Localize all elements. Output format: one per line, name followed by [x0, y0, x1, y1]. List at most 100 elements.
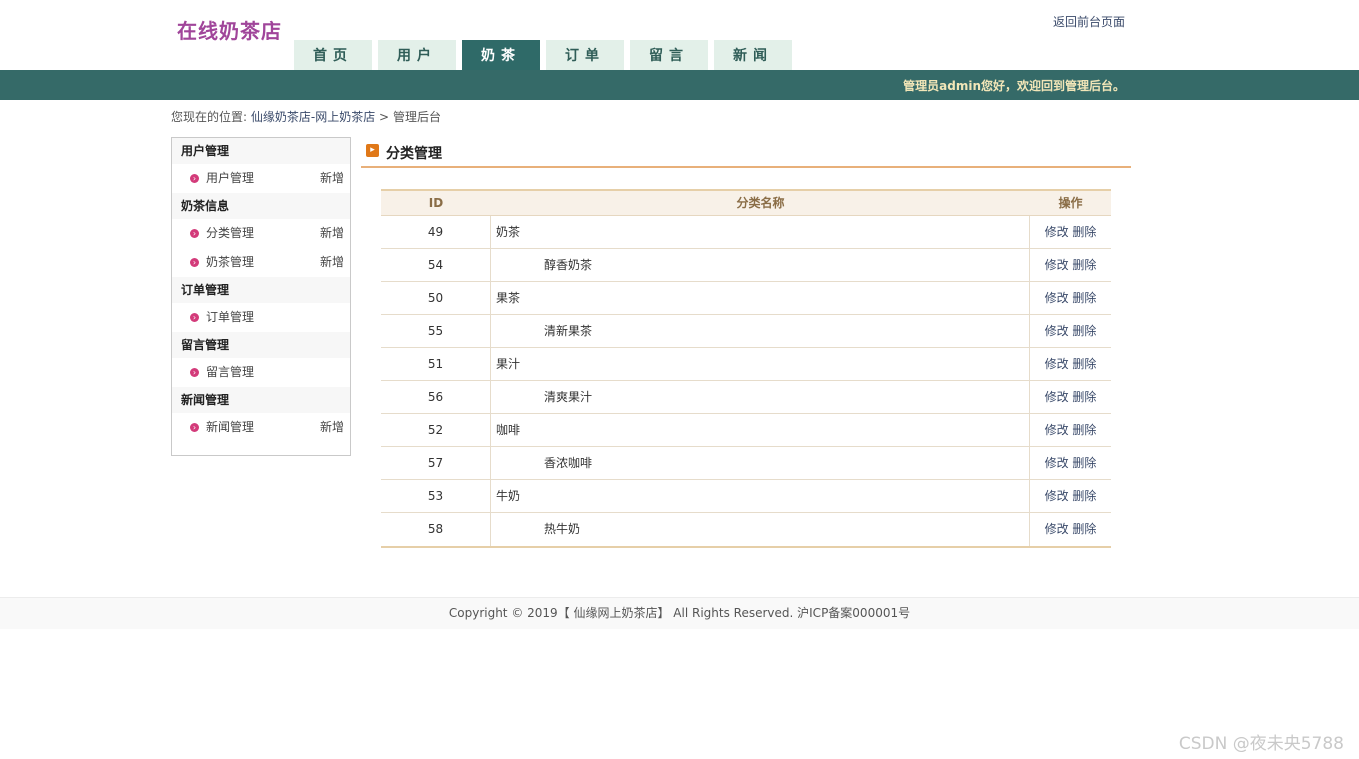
- delete-link[interactable]: 删除: [1072, 225, 1096, 239]
- delete-link[interactable]: 删除: [1072, 522, 1096, 536]
- sidebar-item-label: 用户管理: [206, 171, 255, 185]
- nav-tab-users[interactable]: 用户: [378, 40, 456, 70]
- bullet-icon: ›: [190, 368, 199, 377]
- back-to-frontend-link[interactable]: 返回前台页面: [1053, 13, 1125, 30]
- sidebar-item-order-manage[interactable]: › 订单管理: [172, 303, 350, 332]
- nav-tab-milk-tea[interactable]: 奶茶: [462, 40, 540, 70]
- cell-id: 56: [381, 381, 491, 413]
- nav-tab-news[interactable]: 新闻: [714, 40, 792, 70]
- sidebar-item-message-manage[interactable]: › 留言管理: [172, 358, 350, 387]
- sidebar-add-news-link[interactable]: 新增: [320, 413, 344, 442]
- sidebar-item-label: 留言管理: [206, 365, 255, 379]
- edit-link[interactable]: 修改: [1045, 225, 1069, 239]
- page-title: 分类管理: [386, 146, 442, 162]
- sidebar-item-news-manage[interactable]: › 新闻管理 新增: [172, 413, 350, 442]
- cell-category-name: 香浓咖啡: [491, 447, 1030, 479]
- table-row: 50 果茶 修改 删除: [381, 282, 1111, 315]
- nav-tab-orders[interactable]: 订单: [546, 40, 624, 70]
- nav-tab-messages[interactable]: 留言: [630, 40, 708, 70]
- welcome-text: 管理员admin您好，欢迎回到管理后台。: [903, 79, 1125, 93]
- category-table: ID 分类名称 操作 49 奶茶 修改 删除 54 醇香奶茶 修改 删除 50 果茶 修改 删除…: [381, 189, 1111, 548]
- cell-id: 51: [381, 348, 491, 380]
- arrow-right-icon: ▸: [366, 144, 379, 157]
- edit-link[interactable]: 修改: [1045, 357, 1069, 371]
- cell-actions: 修改 删除: [1030, 513, 1111, 546]
- sidebar-add-milk-tea-link[interactable]: 新增: [320, 248, 344, 277]
- table-row: 54 醇香奶茶 修改 删除: [381, 249, 1111, 282]
- delete-link[interactable]: 删除: [1072, 258, 1096, 272]
- cell-category-name: 热牛奶: [491, 513, 1030, 546]
- header-band: 管理员admin您好，欢迎回到管理后台。: [0, 70, 1359, 100]
- sidebar: 用户管理 › 用户管理 新增 奶茶信息 › 分类管理 新增 › 奶茶管理 新增 …: [171, 137, 351, 456]
- cell-id: 53: [381, 480, 491, 512]
- table-row: 49 奶茶 修改 删除: [381, 216, 1111, 249]
- table-body: 49 奶茶 修改 删除 54 醇香奶茶 修改 删除 50 果茶 修改 删除 55 清新果茶 修改 删除…: [381, 216, 1111, 546]
- cell-actions: 修改 删除: [1030, 249, 1111, 281]
- cell-category-name: 奶茶: [491, 216, 1030, 248]
- delete-link[interactable]: 删除: [1072, 291, 1096, 305]
- cell-actions: 修改 删除: [1030, 216, 1111, 248]
- table-row: 58 热牛奶 修改 删除: [381, 513, 1111, 546]
- sidebar-add-user-link[interactable]: 新增: [320, 164, 344, 193]
- cell-category-name: 果汁: [491, 348, 1030, 380]
- table-row: 53 牛奶 修改 删除: [381, 480, 1111, 513]
- edit-link[interactable]: 修改: [1045, 390, 1069, 404]
- delete-link[interactable]: 删除: [1072, 456, 1096, 470]
- edit-link[interactable]: 修改: [1045, 522, 1069, 536]
- sidebar-item-category-manage[interactable]: › 分类管理 新增: [172, 219, 350, 248]
- cell-id: 55: [381, 315, 491, 347]
- cell-category-name: 咖啡: [491, 414, 1030, 446]
- edit-link[interactable]: 修改: [1045, 456, 1069, 470]
- table-row: 57 香浓咖啡 修改 删除: [381, 447, 1111, 480]
- cell-id: 50: [381, 282, 491, 314]
- cell-category-name: 牛奶: [491, 480, 1030, 512]
- edit-link[interactable]: 修改: [1045, 291, 1069, 305]
- edit-link[interactable]: 修改: [1045, 489, 1069, 503]
- cell-category-name: 果茶: [491, 282, 1030, 314]
- column-header-actions: 操作: [1058, 196, 1083, 210]
- cell-category-name: 清爽果汁: [491, 381, 1030, 413]
- bullet-icon: ›: [190, 258, 199, 267]
- bullet-icon: ›: [190, 423, 199, 432]
- delete-link[interactable]: 删除: [1072, 390, 1096, 404]
- nav-tab-home[interactable]: 首页: [294, 40, 372, 70]
- cell-category-name: 醇香奶茶: [491, 249, 1030, 281]
- cell-id: 58: [381, 513, 491, 546]
- sidebar-section-messages: 留言管理: [172, 332, 350, 358]
- edit-link[interactable]: 修改: [1045, 324, 1069, 338]
- bullet-icon: ›: [190, 313, 199, 322]
- edit-link[interactable]: 修改: [1045, 423, 1069, 437]
- sidebar-section-user: 用户管理: [172, 138, 350, 164]
- table-row: 52 咖啡 修改 删除: [381, 414, 1111, 447]
- delete-link[interactable]: 删除: [1072, 324, 1096, 338]
- edit-link[interactable]: 修改: [1045, 258, 1069, 272]
- cell-id: 49: [381, 216, 491, 248]
- page-title-bar: ▸ 分类管理: [361, 137, 1131, 168]
- column-header-id: ID: [428, 196, 444, 210]
- table-header: ID 分类名称 操作: [381, 191, 1111, 216]
- table-row: 51 果汁 修改 删除: [381, 348, 1111, 381]
- footer-copyright: Copyright © 2019【 仙缘网上奶茶店】 All Rights Re…: [448, 606, 911, 620]
- delete-link[interactable]: 删除: [1072, 357, 1096, 371]
- cell-actions: 修改 删除: [1030, 348, 1111, 380]
- sidebar-section-news: 新闻管理: [172, 387, 350, 413]
- cell-actions: 修改 删除: [1030, 381, 1111, 413]
- breadcrumb-separator: >: [379, 110, 390, 124]
- breadcrumb-link-home[interactable]: 仙缘奶茶店-网上奶茶店: [251, 110, 375, 124]
- delete-link[interactable]: 删除: [1072, 489, 1096, 503]
- sidebar-add-category-link[interactable]: 新增: [320, 219, 344, 248]
- watermark: CSDN @夜未央5788: [1178, 734, 1344, 754]
- cell-id: 52: [381, 414, 491, 446]
- cell-actions: 修改 删除: [1030, 414, 1111, 446]
- sidebar-section-milk-tea: 奶茶信息: [172, 193, 350, 219]
- table-row: 55 清新果茶 修改 删除: [381, 315, 1111, 348]
- bullet-icon: ›: [190, 174, 199, 183]
- sidebar-item-user-manage[interactable]: › 用户管理 新增: [172, 164, 350, 193]
- sidebar-item-label: 奶茶管理: [206, 255, 255, 269]
- sidebar-item-milk-tea-manage[interactable]: › 奶茶管理 新增: [172, 248, 350, 277]
- sidebar-section-orders: 订单管理: [172, 277, 350, 303]
- cell-actions: 修改 删除: [1030, 315, 1111, 347]
- sidebar-item-label: 订单管理: [206, 310, 255, 324]
- delete-link[interactable]: 删除: [1072, 423, 1096, 437]
- cell-category-name: 清新果茶: [491, 315, 1030, 347]
